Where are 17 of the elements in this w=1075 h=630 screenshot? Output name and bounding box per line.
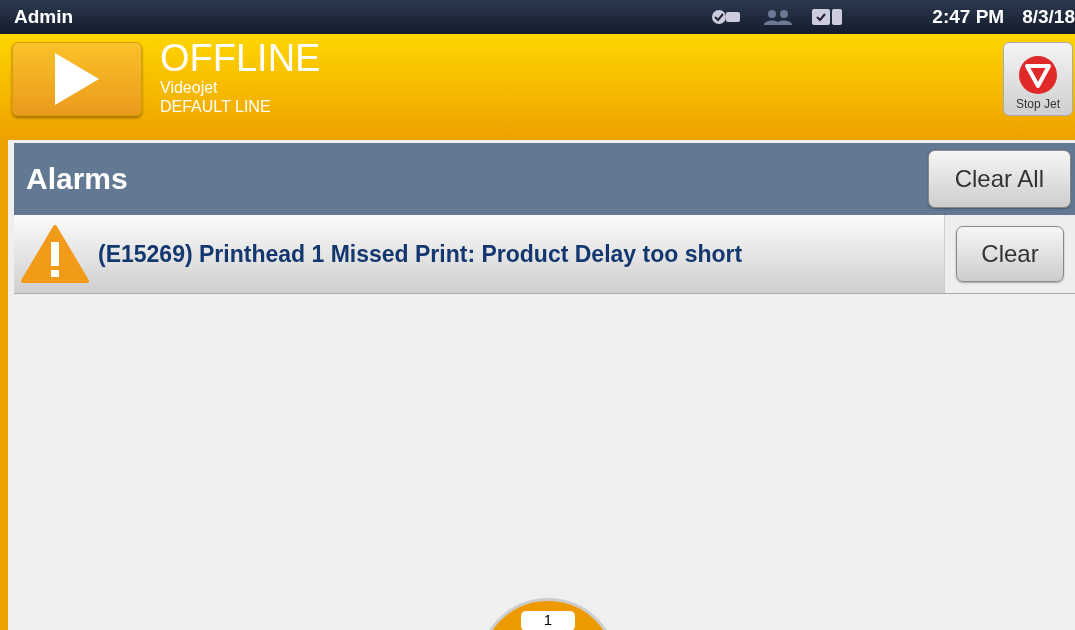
clear-all-button[interactable]: Clear All [927, 150, 1071, 208]
printer-state: OFFLINE [160, 38, 321, 78]
user-label: Admin [14, 6, 74, 28]
page-indicator: 1 [521, 611, 575, 630]
alarms-title: Alarms [26, 162, 128, 196]
line-name: DEFAULT LINE [160, 97, 272, 116]
play-icon [53, 51, 101, 107]
clear-button[interactable]: Clear [956, 226, 1064, 282]
check-status-icon [812, 9, 843, 25]
date-label: 8/3/18 [1022, 6, 1075, 28]
stop-icon [1018, 55, 1058, 95]
warning-icon [20, 224, 90, 284]
time-label: 2:47 PM [932, 6, 1005, 28]
stop-jet-button[interactable]: Stop Jet [1003, 42, 1073, 116]
start-button[interactable] [12, 42, 142, 116]
printer-name: Videojet [160, 78, 219, 97]
alarm-message: (E15269) Printhead 1 Missed Print: Product Delay too short [97, 240, 744, 268]
